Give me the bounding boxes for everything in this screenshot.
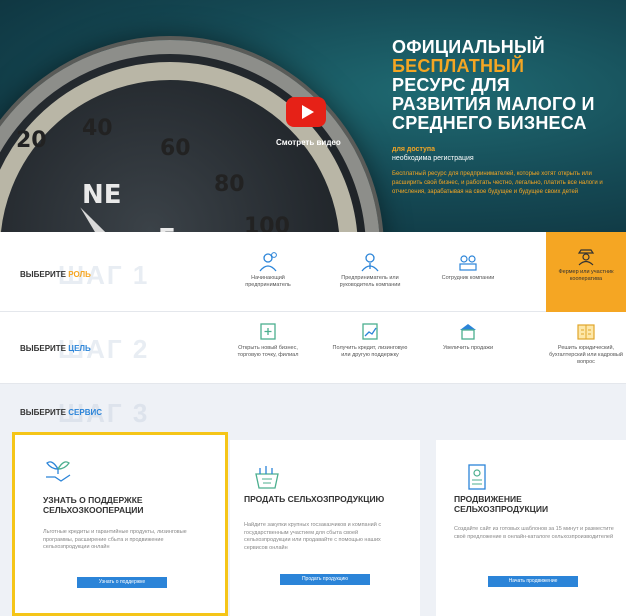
- manager-icon: [361, 253, 379, 272]
- compass-number: 100: [244, 214, 290, 232]
- plus-square-icon: [260, 323, 276, 340]
- goal-option-legal[interactable]: Решить юридический, бухгалтерский или ка…: [546, 322, 626, 366]
- chart-up-icon: [362, 323, 378, 340]
- hero-title-line: РЕСУРС ДЛЯ: [392, 75, 510, 95]
- card-description: Найдите закупки крупных госзаказчиков и …: [244, 522, 382, 551]
- caption-word: СЕРВИС: [68, 408, 103, 417]
- service-section: ШАГ 3 ВЫБЕРИТЕ СЕРВИС УЗНАТЬ О ПОДДЕРЖКЕ…: [0, 384, 626, 616]
- card-description: Создайте сайт из готовых шаблонов за 15 …: [454, 526, 614, 540]
- basket-icon: [255, 466, 279, 489]
- option-label: Получить кредит, лизинговую или другую п…: [332, 345, 408, 358]
- option-label: Увеличить продажи: [442, 345, 494, 351]
- option-label: Открыть новый бизнес, торговую точку, фи…: [237, 345, 299, 358]
- compass-number: 60: [160, 136, 191, 161]
- goal-option-credit[interactable]: Получить кредит, лизинговую или другую п…: [330, 322, 410, 359]
- hero-description: Бесплатный ресурс для предпринимателей, …: [392, 171, 603, 195]
- card-description: Льготные кредиты и гарантийные продукты,…: [43, 529, 187, 550]
- hero-title-line: СРЕДНЕГО БИЗНЕСА: [392, 113, 587, 133]
- team-icon: [459, 255, 477, 271]
- caption-prefix: ВЫБЕРИТЕ: [20, 270, 67, 279]
- step-caption: ВЫБЕРИТЕ РОЛЬ: [20, 270, 91, 279]
- goal-option-sales[interactable]: Увеличить продажи: [428, 322, 508, 352]
- service-card-promotion[interactable]: ПРОДВИЖЕНИЕ СЕЛЬХОЗПРОДУКЦИИ Создайте са…: [436, 440, 626, 616]
- caption-prefix: ВЫБЕРИТЕ: [20, 344, 67, 353]
- compass-number: 20: [16, 128, 47, 153]
- service-card-sell-produce[interactable]: ПРОДАТЬ СЕЛЬХОЗПРОДУКЦИЮ Найдите закупки…: [230, 440, 420, 616]
- step-goal-row: ШАГ 2 ВЫБЕРИТЕ ЦЕЛЬ Открыть новый бизнес…: [0, 312, 626, 384]
- step-role-row: ШАГ 1 ВЫБЕРИТЕ РОЛЬ Начинающий предприни…: [0, 232, 626, 312]
- access-link[interactable]: для доступа: [392, 146, 435, 153]
- sell-produce-button[interactable]: Продать продукцию: [280, 574, 370, 585]
- promo-document-icon: [468, 464, 486, 490]
- learn-support-button[interactable]: Узнать о поддержке: [77, 577, 167, 588]
- shop-icon: [460, 324, 476, 340]
- start-promotion-button[interactable]: Начать продвижение: [488, 576, 578, 587]
- hero-title-line: РАЗВИТИЯ МАЛОГО И: [392, 94, 595, 114]
- goal-option-open-business[interactable]: Открыть новый бизнес, торговую точку, фи…: [228, 322, 308, 359]
- compass-image: 20 40 60 80 100 NE E: [0, 40, 380, 232]
- caption-word: ЦЕЛЬ: [68, 344, 91, 353]
- caption-word: РОЛЬ: [68, 270, 91, 279]
- compass-number: 40: [82, 116, 113, 141]
- caption-prefix: ВЫБЕРИТЕ: [20, 408, 67, 417]
- hero-title-line: ОФИЦИАЛЬНЫЙ: [392, 37, 545, 57]
- option-label: Сотрудник компании: [441, 275, 495, 281]
- option-label: Фермер или участник кооператива: [558, 269, 614, 282]
- hero-title-accent: БЕСПЛАТНЫЙ: [392, 56, 525, 76]
- option-label: Предприниматель или руководитель компани…: [339, 275, 401, 288]
- card-title: УЗНАТЬ О ПОДДЕРЖКЕ СЕЛЬХОЗКООПЕРАЦИИ: [43, 495, 144, 515]
- service-card-cooperation-support[interactable]: УЗНАТЬ О ПОДДЕРЖКЕ СЕЛЬХОЗКООПЕРАЦИИ Льг…: [12, 432, 228, 616]
- hero-banner: 20 40 60 80 100 NE E Смотреть видео ОФИЦ…: [0, 0, 626, 232]
- seedling-hand-icon: [46, 461, 71, 482]
- compass-direction: E: [158, 224, 176, 232]
- role-option-entrepreneur[interactable]: Предприниматель или руководитель компани…: [330, 252, 410, 289]
- farmer-icon: [577, 249, 595, 266]
- document-icon: [577, 324, 595, 340]
- watch-video-link[interactable]: Смотреть видео: [276, 138, 341, 147]
- card-title: ПРОДВИЖЕНИЕ СЕЛЬХОЗПРОДУКЦИИ: [454, 494, 549, 514]
- access-note: необходима регистрация: [392, 155, 474, 162]
- role-option-farmer[interactable]: Фермер или участник кооператива: [546, 232, 626, 312]
- card-title: ПРОДАТЬ СЕЛЬХОЗПРОДУКЦИЮ: [244, 494, 385, 504]
- step-caption: ВЫБЕРИТЕ СЕРВИС: [20, 408, 102, 417]
- step-caption: ВЫБЕРИТЕ ЦЕЛЬ: [20, 344, 91, 353]
- role-option-beginner[interactable]: Начинающий предприниматель: [228, 252, 308, 289]
- role-option-employee[interactable]: Сотрудник компании: [428, 252, 508, 282]
- person-icon: [259, 252, 277, 272]
- option-label: Начинающий предприниматель: [245, 275, 291, 288]
- compass-number: 80: [214, 172, 245, 197]
- option-label: Решить юридический, бухгалтерский или ка…: [549, 345, 623, 365]
- hero-title: ОФИЦИАЛЬНЫЙ БЕСПЛАТНЫЙ РЕСУРС ДЛЯ РАЗВИТ…: [392, 38, 626, 133]
- play-video-button[interactable]: [286, 97, 326, 127]
